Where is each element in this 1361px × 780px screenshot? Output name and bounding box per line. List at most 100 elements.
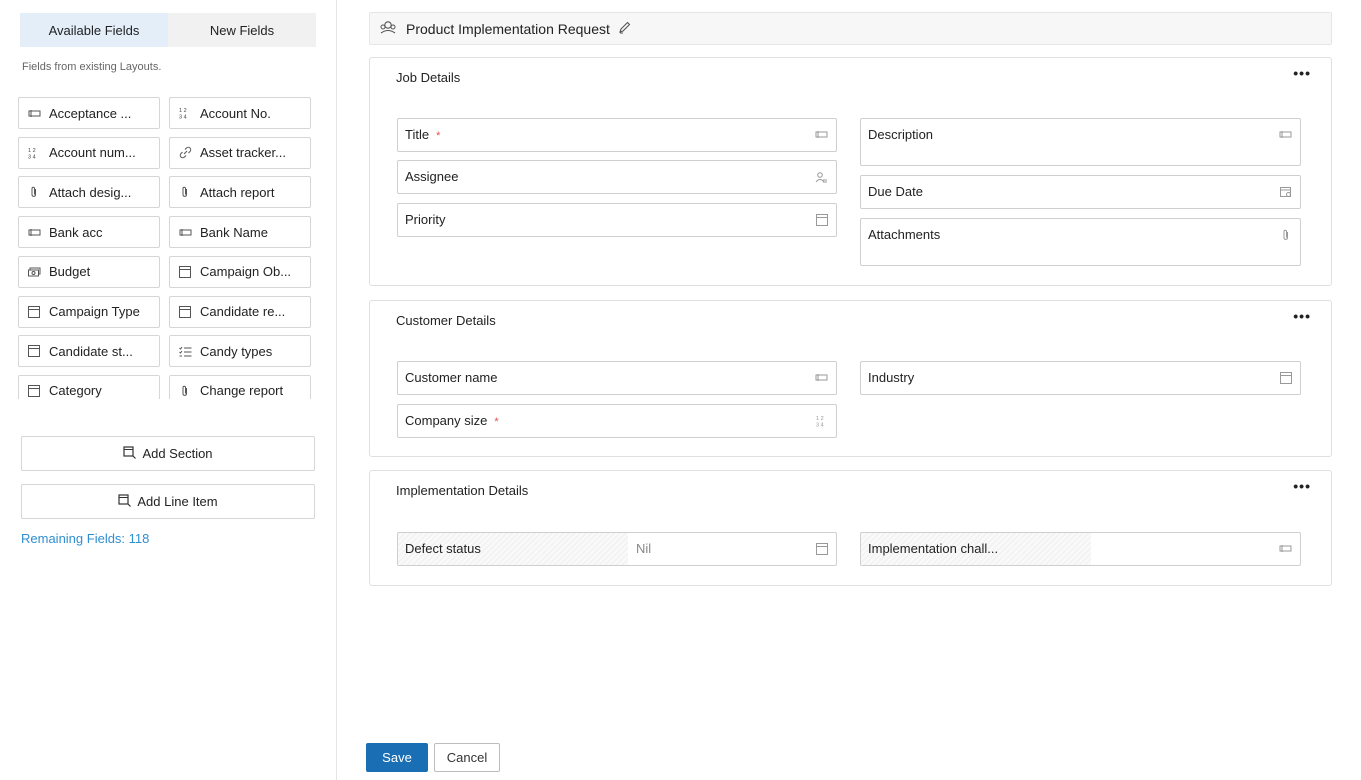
section-more-icon[interactable]: ••• — [1293, 479, 1311, 493]
palette-field-chip[interactable]: Acceptance ... — [18, 97, 160, 129]
svg-text:1 2: 1 2 — [28, 148, 36, 154]
palette-field-label: Attach desig... — [49, 184, 132, 200]
field-title[interactable]: Title * — [397, 118, 837, 152]
attachment-icon — [178, 384, 192, 398]
field-label-text: Title — [405, 127, 430, 142]
field-assignee[interactable]: Assignee — [397, 160, 837, 194]
palette-field-chip[interactable]: Campaign Ob... — [169, 255, 311, 288]
add-section-label: Add Section — [142, 446, 213, 461]
edit-title-icon[interactable] — [618, 21, 631, 37]
single-line-icon — [815, 128, 828, 141]
palette-field-chip[interactable]: Category — [18, 374, 160, 399]
single-line-icon — [178, 225, 192, 239]
field-priority[interactable]: Priority — [397, 203, 837, 237]
field-description[interactable]: Description — [860, 118, 1301, 166]
save-button[interactable]: Save — [366, 743, 428, 772]
palette-field-label: Category — [49, 383, 102, 399]
svg-text:3 4: 3 4 — [28, 154, 36, 159]
field-defect-status[interactable]: Defect status Nil — [397, 532, 837, 566]
field-implementation-challenges[interactable]: Implementation chall... — [860, 532, 1301, 566]
add-section-button[interactable]: Add Section — [21, 436, 315, 471]
single-line-icon — [1279, 542, 1292, 555]
svg-text:3 4: 3 4 — [179, 115, 187, 120]
multiselect-icon — [178, 344, 192, 358]
required-marker: * — [436, 130, 441, 142]
section-title: Job Details — [396, 70, 461, 85]
palette-field-chip[interactable]: Asset tracker... — [169, 136, 311, 169]
palette-field-label: Candidate re... — [200, 304, 286, 319]
svg-text:3 4: 3 4 — [816, 422, 824, 427]
field-label: Attachments — [868, 227, 941, 242]
field-label: Title * — [405, 127, 440, 142]
palette-field-chip[interactable]: 1 23 4 Account No. — [169, 97, 311, 129]
section-title: Implementation Details — [396, 483, 529, 498]
palette-field-chip[interactable]: Candidate re... — [169, 295, 311, 328]
required-marker: * — [494, 416, 499, 428]
add-line-item-icon — [118, 493, 132, 510]
palette-field-label: Bank acc — [49, 224, 103, 240]
field-industry[interactable]: Industry — [860, 361, 1301, 395]
add-line-item-label: Add Line Item — [137, 494, 218, 509]
calendar-icon — [1279, 185, 1292, 198]
field-label: Company size * — [405, 413, 499, 428]
layout-title: Product Implementation Request — [406, 20, 610, 37]
palette-field-label: Candidate st... — [49, 343, 133, 359]
add-line-item-button[interactable]: Add Line Item — [21, 484, 315, 519]
section-job-details[interactable]: Job Details ••• Title * Assignee Priority… — [369, 57, 1332, 286]
remaining-fields-link[interactable]: Remaining Fields: 118 — [21, 531, 149, 546]
palette-field-chip[interactable]: Attach report — [169, 176, 311, 209]
field-company-size[interactable]: Company size * 1 23 4 — [397, 404, 837, 438]
palette-field-label: Acceptance ... — [49, 105, 132, 121]
tab-new-fields[interactable]: New Fields — [168, 13, 316, 47]
picklist-icon — [27, 344, 41, 358]
available-fields-list[interactable]: Acceptance ... 1 23 4 Account No. 1 23 4 Acc… — [18, 97, 311, 399]
palette-field-chip[interactable]: Attach desig... — [18, 176, 160, 209]
field-label-text: Company size — [405, 413, 488, 428]
palette-field-chip[interactable]: Candidate st... — [18, 335, 160, 368]
palette-field-chip[interactable]: 1 23 4 Account num... — [18, 136, 160, 169]
picklist-icon — [178, 305, 192, 319]
field-value: Nil — [636, 541, 652, 556]
layout-icon — [380, 20, 396, 37]
palette-field-label: Budget — [49, 264, 91, 280]
section-more-icon[interactable]: ••• — [1293, 66, 1311, 80]
cancel-button[interactable]: Cancel — [434, 743, 500, 772]
single-line-icon — [815, 371, 828, 384]
field-palette-sidebar: Available Fields New Fields Fields from … — [0, 0, 337, 780]
section-customer-details[interactable]: Customer Details ••• Customer name Compa… — [369, 300, 1332, 457]
palette-field-label: Change report — [200, 383, 284, 399]
picklist-icon — [1279, 371, 1292, 384]
palette-field-chip[interactable]: Change report — [169, 374, 311, 399]
field-due-date[interactable]: Due Date — [860, 175, 1301, 209]
palette-field-chip[interactable]: Bank acc — [18, 216, 160, 249]
field-attachments[interactable]: Attachments — [860, 218, 1301, 266]
user-icon — [815, 170, 828, 183]
palette-field-chip[interactable]: Budget — [18, 255, 160, 288]
palette-field-label: Campaign Type — [49, 304, 140, 319]
field-label: Due Date — [868, 184, 923, 199]
svg-text:1 2: 1 2 — [816, 416, 824, 422]
number-icon: 1 23 4 — [178, 106, 192, 120]
field-label: Priority — [405, 212, 446, 227]
palette-field-chip[interactable]: Candy types — [169, 335, 311, 368]
palette-field-chip[interactable]: Bank Name — [169, 216, 311, 249]
picklist-icon — [27, 384, 41, 398]
field-label: Description — [868, 127, 934, 142]
field-customer-name[interactable]: Customer name — [397, 361, 837, 395]
field-label: Customer name — [405, 370, 498, 385]
field-label: Industry — [868, 370, 915, 385]
picklist-icon — [815, 542, 828, 555]
single-line-icon — [1279, 128, 1292, 141]
palette-field-label: Campaign Ob... — [200, 264, 292, 280]
palette-field-chip[interactable]: Campaign Type — [18, 295, 160, 328]
section-title: Customer Details — [396, 313, 496, 328]
single-line-icon — [27, 225, 41, 239]
tab-available-fields[interactable]: Available Fields — [20, 13, 168, 47]
picklist-icon — [815, 213, 828, 226]
palette-field-label: Account No. — [200, 105, 271, 121]
field-label: Implementation chall... — [868, 541, 999, 556]
section-implementation-details[interactable]: Implementation Details ••• Defect status… — [369, 470, 1332, 586]
layout-header: Product Implementation Request — [369, 12, 1332, 45]
field-label: Assignee — [405, 169, 459, 184]
section-more-icon[interactable]: ••• — [1293, 309, 1311, 323]
